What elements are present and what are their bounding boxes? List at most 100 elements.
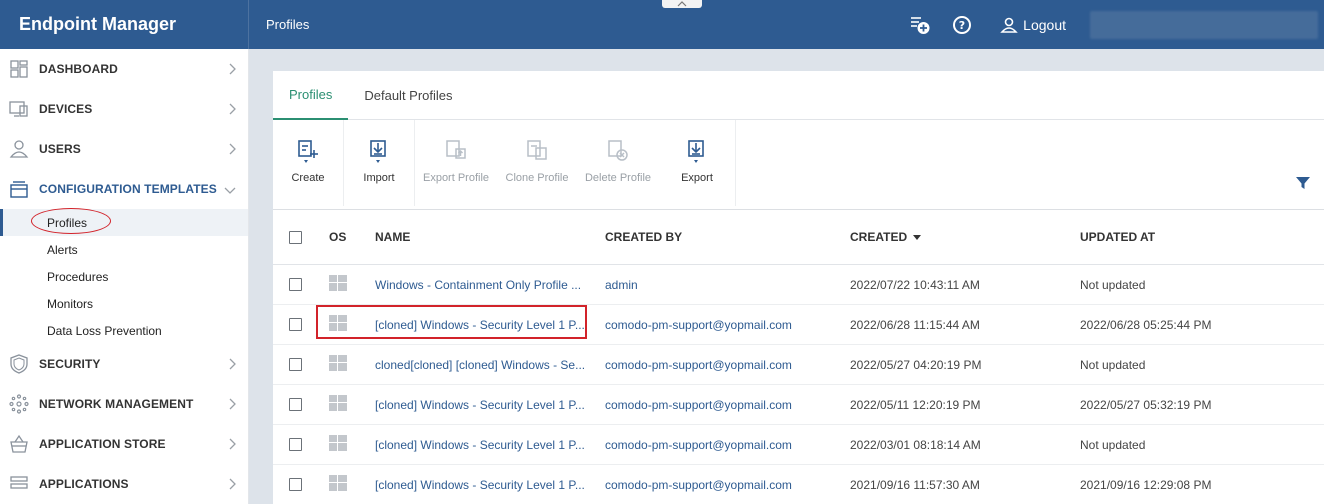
table-row[interactable]: cloned[cloned] [cloned] Windows - Se... … — [273, 345, 1324, 385]
created-by-link[interactable]: admin — [605, 278, 850, 292]
created-by-link[interactable]: comodo-pm-support@yopmail.com — [605, 478, 850, 492]
row-checkbox-cell — [273, 278, 319, 291]
column-created[interactable]: CREATED — [850, 230, 1080, 244]
created-cell: 2022/06/28 11:15:44 AM — [850, 317, 980, 332]
created-cell: 2021/09/16 11:57:30 AM — [850, 477, 980, 492]
updated-at-cell: 2021/09/16 12:29:08 PM — [1080, 477, 1212, 492]
column-created-label: CREATED — [850, 230, 908, 244]
row-checkbox[interactable] — [289, 318, 302, 331]
select-all-checkbox[interactable] — [289, 230, 302, 244]
table-row[interactable]: [cloned] Windows - Security Level 1 P...… — [273, 425, 1324, 465]
column-updated-at[interactable]: UPDATED AT — [1080, 230, 1300, 244]
logout-button[interactable]: Logout — [1000, 16, 1066, 34]
create-profile-icon — [298, 140, 318, 163]
windows-icon — [319, 475, 375, 494]
sidebar-subitem-procedures[interactable]: Procedures — [0, 263, 248, 290]
delete-profile-button[interactable]: Delete Profile — [577, 120, 659, 210]
sidebar-item-label: SECURITY — [39, 357, 101, 371]
created-by-link[interactable]: comodo-pm-support@yopmail.com — [605, 358, 850, 372]
table-body: Windows - Containment Only Profile ... a… — [273, 265, 1324, 504]
column-os[interactable]: OS — [319, 230, 375, 244]
create-label: Create — [291, 172, 325, 184]
export-button[interactable]: Export — [659, 120, 735, 210]
sidebar-item-application-store[interactable]: APPLICATION STORE — [0, 424, 248, 464]
created-cell: 2022/05/11 12:20:19 PM — [850, 397, 981, 412]
logout-label: Logout — [1023, 16, 1066, 33]
help-icon[interactable]: ? — [950, 13, 974, 37]
updated-at-cell: 2022/06/28 05:25:44 PM — [1080, 317, 1212, 332]
delete-profile-icon — [608, 140, 628, 161]
row-checkbox-cell — [273, 438, 319, 451]
row-checkbox[interactable] — [289, 478, 302, 491]
table-row[interactable]: [cloned] Windows - Security Level 1 P...… — [273, 465, 1324, 504]
chevron-right-icon — [228, 358, 236, 373]
add-list-icon[interactable] — [908, 13, 932, 37]
windows-icon — [319, 355, 375, 374]
row-checkbox[interactable] — [289, 438, 302, 451]
sidebar-item-configuration-templates[interactable]: CONFIGURATION TEMPLATES — [0, 169, 248, 209]
row-checkbox-cell — [273, 358, 319, 371]
sidebar: DASHBOARD DEVICES USERS CONFIGURATION TE… — [0, 49, 249, 504]
export-profile-button[interactable]: Export Profile — [415, 120, 497, 210]
sidebar-subitem-alerts[interactable]: Alerts — [0, 236, 248, 263]
sidebar-subitem-monitors[interactable]: Monitors — [0, 290, 248, 317]
chevron-right-icon — [228, 143, 236, 158]
profile-name-link[interactable]: [cloned] Windows - Security Level 1 P... — [375, 398, 605, 412]
sidebar-item-security[interactable]: SECURITY — [0, 344, 248, 384]
profile-name-link[interactable]: [cloned] Windows - Security Level 1 P... — [375, 438, 605, 452]
import-icon — [370, 140, 386, 163]
created-cell: 2022/03/01 08:18:14 AM — [850, 437, 981, 452]
row-checkbox-cell — [273, 478, 319, 491]
collapse-header-tab[interactable] — [662, 0, 702, 8]
chevron-up-icon — [677, 1, 687, 7]
row-checkbox[interactable] — [289, 278, 302, 291]
tab-default-profiles[interactable]: Default Profiles — [348, 71, 468, 120]
toolbar-separator — [735, 120, 736, 206]
sidebar-item-network-management[interactable]: NETWORK MANAGEMENT — [0, 384, 248, 424]
sidebar-item-label: DEVICES — [39, 102, 93, 116]
user-info-redacted — [1090, 10, 1318, 39]
annotation-circle — [31, 208, 111, 234]
clone-profile-button[interactable]: Clone Profile — [497, 120, 577, 210]
tab-profiles[interactable]: Profiles — [273, 71, 349, 120]
windows-icon — [319, 435, 375, 454]
chevron-right-icon — [228, 63, 236, 78]
profile-name-link[interactable]: Windows - Containment Only Profile ... — [375, 278, 605, 292]
import-button[interactable]: Import — [344, 120, 414, 210]
row-checkbox-cell — [273, 398, 319, 411]
applications-icon — [9, 474, 29, 494]
app-brand: Endpoint Manager — [0, 0, 249, 49]
sidebar-subitem-data-loss-prevention[interactable]: Data Loss Prevention — [0, 317, 248, 344]
clone-profile-icon — [527, 140, 547, 160]
row-checkbox[interactable] — [289, 358, 302, 371]
created-by-link[interactable]: comodo-pm-support@yopmail.com — [605, 398, 850, 412]
user-icon — [1000, 17, 1018, 33]
table-row[interactable]: [cloned] Windows - Security Level 1 P...… — [273, 385, 1324, 425]
sidebar-item-users[interactable]: USERS — [0, 129, 248, 169]
profile-name-link[interactable]: [cloned] Windows - Security Level 1 P... — [375, 478, 605, 492]
svg-text:?: ? — [959, 19, 965, 32]
row-checkbox[interactable] — [289, 398, 302, 411]
windows-icon — [319, 395, 375, 414]
column-name[interactable]: NAME — [375, 230, 605, 244]
filter-icon[interactable] — [1295, 175, 1311, 194]
create-button[interactable]: Create — [273, 120, 343, 210]
chevron-right-icon — [228, 103, 236, 118]
table-header: OS NAME CREATED BY CREATED UPDATED AT — [273, 210, 1324, 265]
sidebar-item-label: NETWORK MANAGEMENT — [39, 397, 194, 411]
created-by-link[interactable]: comodo-pm-support@yopmail.com — [605, 318, 850, 332]
sidebar-item-applications[interactable]: APPLICATIONS — [0, 464, 248, 504]
column-created-by[interactable]: CREATED BY — [605, 230, 850, 244]
chevron-right-icon — [228, 438, 236, 453]
sidebar-item-devices[interactable]: DEVICES — [0, 89, 248, 129]
network-icon — [9, 394, 29, 414]
windows-icon — [319, 275, 375, 294]
table-row[interactable]: Windows - Containment Only Profile ... a… — [273, 265, 1324, 305]
tab-bar: Profiles Default Profiles — [273, 71, 1324, 120]
sort-desc-icon — [913, 235, 922, 241]
sidebar-item-dashboard[interactable]: DASHBOARD — [0, 49, 248, 89]
updated-at-cell: Not updated — [1080, 357, 1146, 372]
export-label: Export — [681, 172, 713, 184]
profile-name-link[interactable]: cloned[cloned] [cloned] Windows - Se... — [375, 358, 605, 372]
created-by-link[interactable]: comodo-pm-support@yopmail.com — [605, 438, 850, 452]
